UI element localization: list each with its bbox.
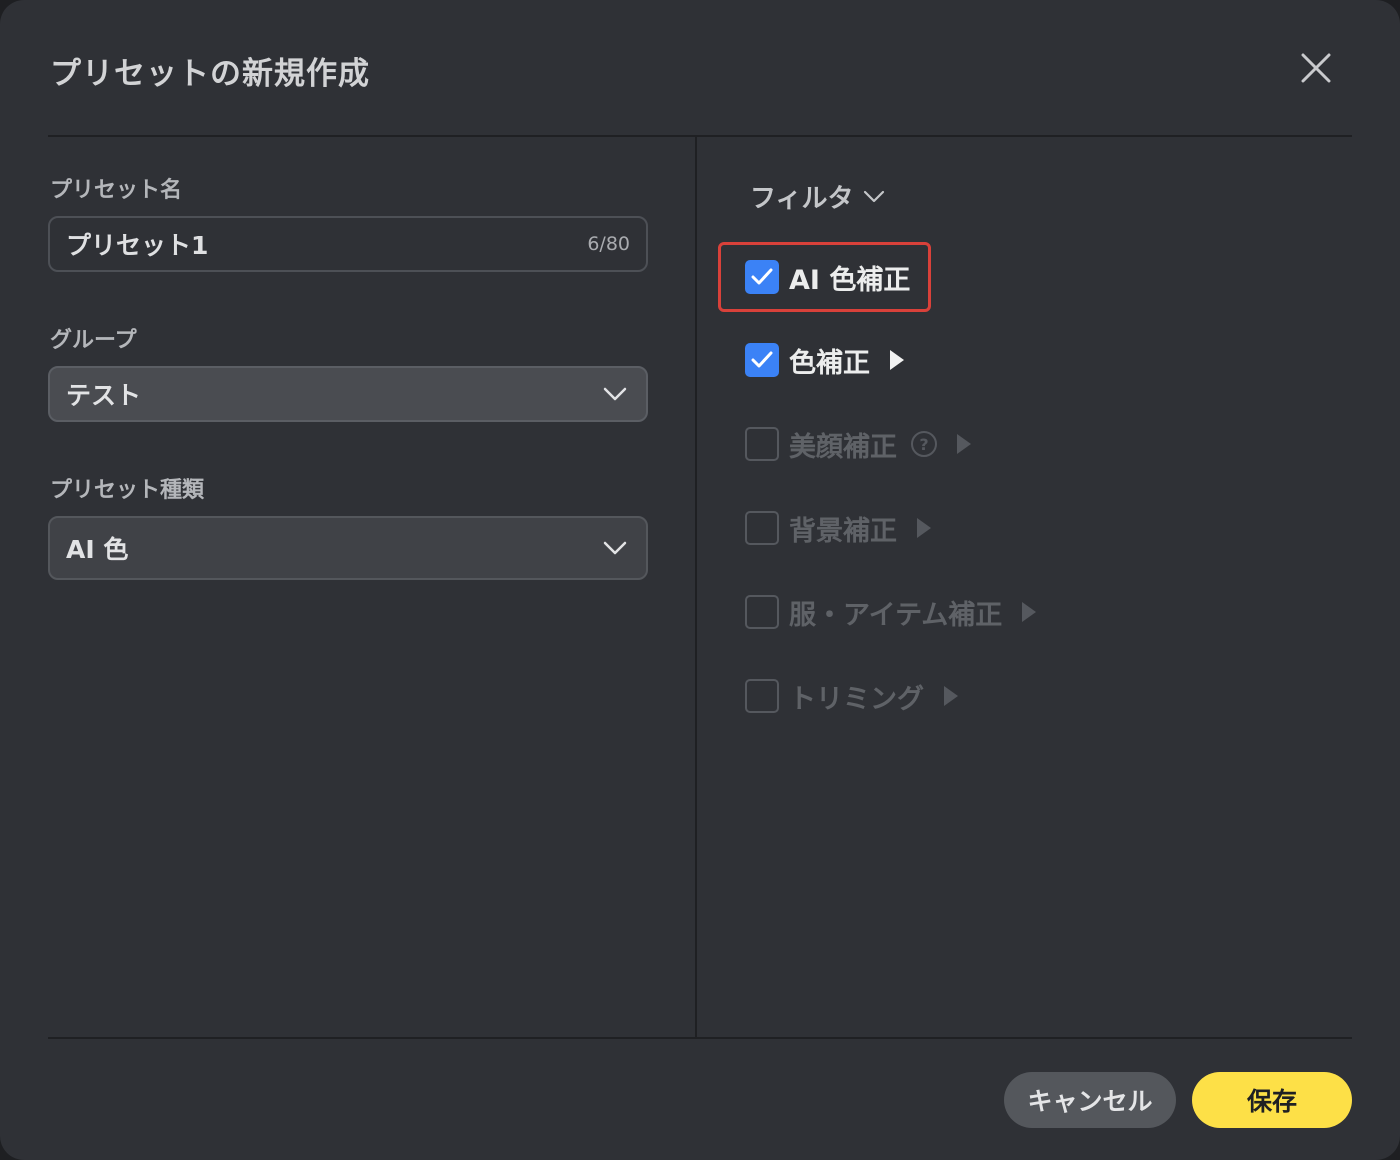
save-button[interactable]: 保存 (1192, 1072, 1352, 1128)
filter-toggle[interactable]: フィルタ (750, 178, 885, 215)
expand-arrow-icon[interactable] (957, 434, 971, 454)
chevron-down-icon (600, 379, 630, 409)
close-icon (1301, 53, 1331, 83)
chevron-down-icon (600, 533, 630, 563)
expand-arrow-icon[interactable] (917, 518, 931, 538)
expand-arrow-icon[interactable] (1022, 602, 1037, 622)
check-icon (751, 351, 773, 368)
footer-divider (48, 1037, 1352, 1039)
group-label: グループ (50, 328, 137, 353)
close-button[interactable] (1290, 46, 1342, 90)
preset-type-label: プリセット種類 (50, 478, 205, 503)
dialog-title: プリセットの新規作成 (50, 56, 370, 92)
filter-label: トリミング (789, 683, 924, 715)
filter-label: 美顔補正 (789, 431, 897, 463)
preset-type-select[interactable]: AI 色 (48, 516, 648, 580)
checkbox-background[interactable] (745, 511, 779, 545)
checkbox-ai-color[interactable] (745, 260, 779, 294)
checkbox-trimming[interactable] (745, 679, 779, 713)
header-divider (48, 135, 1352, 137)
chevron-down-icon (864, 190, 885, 203)
filter-label: 服・アイテム補正 (789, 599, 1003, 631)
filter-option-ai-color: AI 色補正 (745, 257, 910, 297)
filter-option-background: 背景補正 (745, 508, 931, 548)
check-icon (751, 268, 773, 285)
preset-name-input[interactable]: プリセット1 6/80 (48, 216, 648, 272)
checkbox-clothing[interactable] (745, 595, 779, 629)
preset-name-value: プリセット1 (66, 231, 209, 260)
filter-label: 背景補正 (789, 515, 897, 547)
filter-label: AI 色補正 (789, 264, 911, 296)
char-counter: 6/80 (587, 233, 630, 255)
checkbox-color[interactable] (745, 343, 779, 377)
filter-label: 色補正 (789, 347, 870, 379)
group-select[interactable]: テスト (48, 366, 648, 422)
column-divider (695, 137, 697, 1037)
filter-option-beauty: 美顔補正 ? (745, 424, 971, 464)
help-icon[interactable]: ? (911, 431, 937, 457)
filter-heading: フィルタ (750, 184, 854, 214)
filter-option-trimming: トリミング (745, 676, 958, 716)
cancel-button[interactable]: キャンセル (1004, 1072, 1176, 1128)
preset-type-value: AI 色 (66, 535, 129, 564)
filter-option-color: 色補正 (745, 340, 904, 380)
checkbox-beauty[interactable] (745, 427, 779, 461)
group-value: テスト (66, 381, 142, 410)
expand-arrow-icon[interactable] (890, 350, 904, 370)
filter-option-clothing: 服・アイテム補正 (745, 592, 1037, 632)
preset-name-label: プリセット名 (50, 178, 183, 203)
expand-arrow-icon[interactable] (944, 686, 958, 706)
preset-dialog: プリセットの新規作成 プリセット名 プリセット1 6/80 グループ テスト プ… (0, 0, 1400, 1160)
